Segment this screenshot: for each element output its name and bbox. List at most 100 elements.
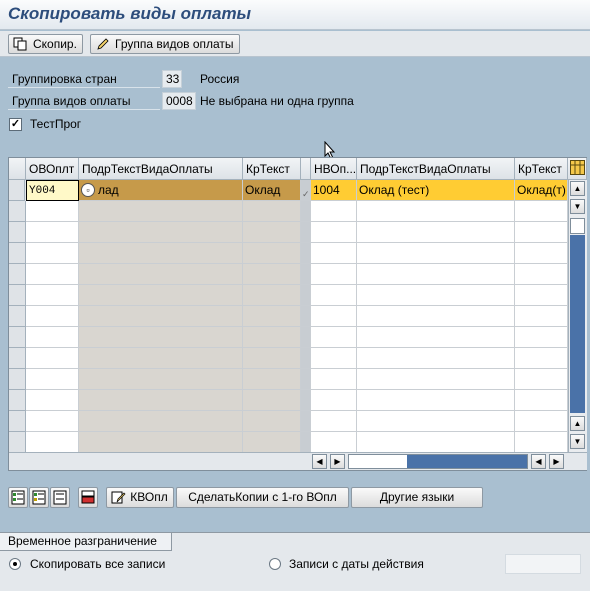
target-wagetype-cell[interactable] xyxy=(311,222,357,243)
col-header-target-short-text[interactable]: КрТекст xyxy=(515,158,568,180)
row-selector[interactable] xyxy=(9,264,26,285)
source-long-text-cell[interactable] xyxy=(79,369,243,390)
scroll-page-up-button[interactable]: ▲ xyxy=(570,416,585,431)
target-long-text-cell[interactable] xyxy=(357,327,515,348)
target-short-text-cell[interactable] xyxy=(515,222,568,243)
source-wagetype-cell[interactable] xyxy=(26,348,79,369)
target-short-text-cell[interactable] xyxy=(515,390,568,411)
table-settings-button[interactable] xyxy=(568,158,587,180)
target-short-text-cell[interactable] xyxy=(515,201,568,222)
source-short-text-cell[interactable] xyxy=(243,369,301,390)
source-short-text-cell[interactable] xyxy=(243,222,301,243)
target-long-text-cell[interactable] xyxy=(357,285,515,306)
scroll-far-right-button[interactable]: ▶ xyxy=(549,454,564,469)
source-wagetype-cell[interactable] xyxy=(26,243,79,264)
source-short-text-cell[interactable] xyxy=(243,348,301,369)
source-wagetype-cell[interactable] xyxy=(26,432,79,453)
source-long-text-cell[interactable] xyxy=(79,327,243,348)
wagetype-group-field[interactable]: 0008 xyxy=(162,92,196,110)
col-header-source-long-text[interactable]: ПодрТекстВидаОплаты xyxy=(79,158,243,180)
source-long-text-cell[interactable] xyxy=(79,432,243,453)
target-wagetype-cell[interactable] xyxy=(311,201,357,222)
scroll-up-button[interactable]: ▲ xyxy=(570,181,585,196)
row-selector[interactable] xyxy=(9,327,26,348)
target-short-text-cell[interactable] xyxy=(515,306,568,327)
target-long-text-cell[interactable] xyxy=(357,201,515,222)
row-selector[interactable] xyxy=(9,306,26,327)
source-long-text-cell[interactable] xyxy=(79,222,243,243)
source-short-text-cell[interactable]: Оклад xyxy=(243,180,301,201)
from-date-radio[interactable] xyxy=(269,558,281,570)
source-long-text-cell[interactable] xyxy=(79,411,243,432)
target-short-text-cell[interactable] xyxy=(515,432,568,453)
target-wagetype-cell[interactable]: 1004 xyxy=(311,180,357,201)
row-selector[interactable] xyxy=(9,180,25,201)
source-wagetype-cell[interactable] xyxy=(26,327,79,348)
scroll-thumb[interactable] xyxy=(570,218,585,234)
source-long-text-cell[interactable] xyxy=(79,264,243,285)
scroll-page-down-button[interactable]: ▼ xyxy=(570,199,585,214)
row-checkbox-cell[interactable]: ✓ xyxy=(301,180,311,201)
source-long-text-cell[interactable] xyxy=(79,306,243,327)
source-wagetype-cell[interactable]: Y004 xyxy=(26,180,79,201)
scroll-track[interactable] xyxy=(570,235,585,413)
source-long-text-cell[interactable] xyxy=(79,201,243,222)
row-checkbox-cell[interactable] xyxy=(301,222,311,243)
target-short-text-cell[interactable] xyxy=(515,369,568,390)
target-long-text-cell[interactable] xyxy=(357,432,515,453)
target-long-text-cell[interactable]: Оклад (тест) xyxy=(357,180,515,201)
from-date-input[interactable] xyxy=(505,554,581,574)
target-long-text-cell[interactable] xyxy=(357,390,515,411)
source-short-text-cell[interactable] xyxy=(243,432,301,453)
source-short-text-cell[interactable] xyxy=(243,285,301,306)
test-run-checkbox[interactable]: ✓ xyxy=(9,118,22,131)
select-all-button[interactable] xyxy=(8,487,28,508)
target-short-text-cell[interactable]: Оклад(т) xyxy=(515,180,568,201)
copy-button[interactable]: Скопир. xyxy=(8,34,83,54)
source-wagetype-cell[interactable] xyxy=(26,390,79,411)
target-wagetype-cell[interactable] xyxy=(311,264,357,285)
scroll-down-button[interactable]: ▼ xyxy=(570,434,585,449)
target-wagetype-cell[interactable] xyxy=(311,390,357,411)
row-checkbox-cell[interactable] xyxy=(301,264,311,285)
source-short-text-cell[interactable] xyxy=(243,264,301,285)
country-group-field[interactable]: 33 xyxy=(162,70,182,88)
source-short-text-cell[interactable] xyxy=(243,306,301,327)
source-wagetype-cell[interactable] xyxy=(26,411,79,432)
target-long-text-cell[interactable] xyxy=(357,264,515,285)
source-long-text-cell[interactable] xyxy=(79,243,243,264)
target-long-text-cell[interactable] xyxy=(357,243,515,264)
deselect-all-button[interactable] xyxy=(50,487,70,508)
source-wagetype-cell[interactable] xyxy=(26,264,79,285)
row-checkbox-cell[interactable] xyxy=(301,369,311,390)
scroll-far-left-button[interactable]: ◀ xyxy=(531,454,546,469)
source-long-text-cell[interactable] xyxy=(79,348,243,369)
source-wagetype-cell[interactable] xyxy=(26,306,79,327)
target-wagetype-cell[interactable] xyxy=(311,243,357,264)
target-short-text-cell[interactable] xyxy=(515,285,568,306)
source-short-text-cell[interactable] xyxy=(243,390,301,411)
row-selector[interactable] xyxy=(9,348,26,369)
source-short-text-cell[interactable] xyxy=(243,327,301,348)
row-selector[interactable] xyxy=(9,222,26,243)
source-long-text-cell[interactable] xyxy=(79,390,243,411)
source-wagetype-cell[interactable] xyxy=(26,369,79,390)
target-short-text-cell[interactable] xyxy=(515,327,568,348)
target-long-text-cell[interactable] xyxy=(357,369,515,390)
target-long-text-cell[interactable] xyxy=(357,348,515,369)
col-header-target-long-text[interactable]: ПодрТекстВидаОплаты xyxy=(357,158,515,180)
row-selector[interactable] xyxy=(9,432,26,453)
source-wagetype-cell[interactable] xyxy=(26,285,79,306)
source-short-text-cell[interactable] xyxy=(243,243,301,264)
target-long-text-cell[interactable] xyxy=(357,411,515,432)
target-long-text-cell[interactable] xyxy=(357,306,515,327)
other-languages-button[interactable]: Другие языки xyxy=(351,487,483,508)
source-wagetype-cell[interactable] xyxy=(26,222,79,243)
horizontal-scroll-thumb[interactable] xyxy=(349,455,407,468)
target-short-text-cell[interactable] xyxy=(515,264,568,285)
source-short-text-cell[interactable] xyxy=(243,411,301,432)
target-wagetype-cell[interactable] xyxy=(311,306,357,327)
col-header-source-wagetype[interactable]: ОВОплт xyxy=(26,158,79,180)
scroll-right-button[interactable]: ▶ xyxy=(330,454,345,469)
row-selector[interactable] xyxy=(9,285,26,306)
